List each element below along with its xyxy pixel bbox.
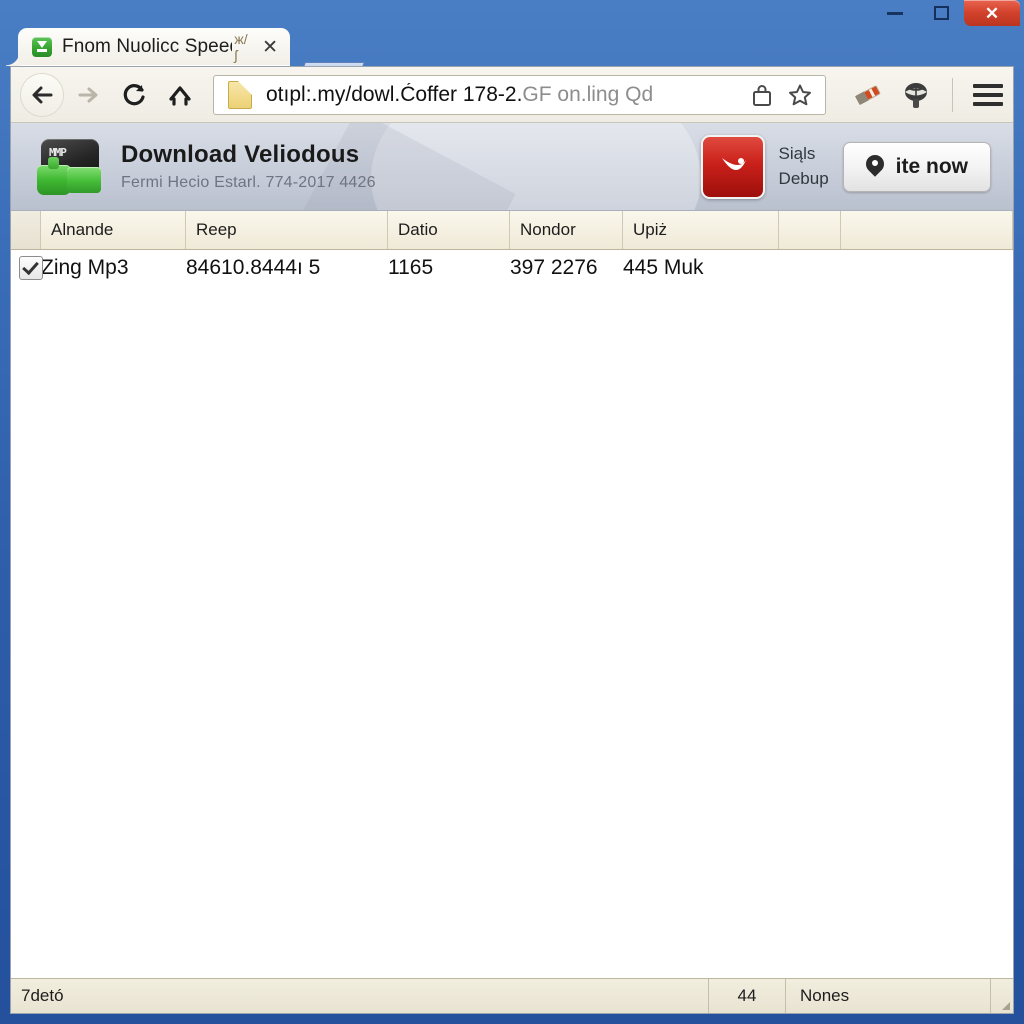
table-column-header[interactable]: Alnande — [41, 211, 186, 249]
home-button[interactable] — [159, 74, 201, 116]
puzzle-tools-icon[interactable] — [852, 79, 884, 111]
table-cell: 84610.8444ı 5 — [186, 256, 321, 279]
browser-window: ✕ Fnom Nuolicc Speed ж/ʃ ✕ otıpl:.my/dow… — [0, 0, 1024, 1024]
table-column-header[interactable]: Reep — [186, 211, 388, 249]
status-middle-text: Nones — [786, 979, 991, 1013]
table-column-header[interactable] — [11, 211, 41, 249]
table-header: Alnande Reep Datio Nondor Upiż — [11, 211, 1013, 250]
tab-strip: Fnom Nuolicc Speed ж/ʃ ✕ — [0, 26, 1024, 89]
back-button[interactable] — [21, 73, 63, 116]
hamburger-menu-icon[interactable] — [973, 83, 1003, 106]
forward-button[interactable] — [67, 74, 109, 116]
table-cell: 445 Muk — [623, 256, 704, 279]
globe-pin-icon[interactable] — [900, 79, 932, 111]
page-title: Download Veliodous — [121, 140, 360, 168]
table-column-label: Nondor — [520, 220, 576, 239]
table-cell: 397 2276 — [510, 256, 598, 279]
table-column-header[interactable] — [841, 211, 1013, 249]
row-checkbox-cell — [11, 256, 43, 280]
table-cell: Zing Mp3 — [41, 256, 129, 279]
url-value: otıpl:.my/dowl.Ćoffer 178-2. — [266, 82, 523, 106]
table-cell: 1165 — [388, 256, 434, 279]
table-column-header[interactable]: Nondor — [510, 211, 623, 249]
url-value-dim: GF on.ling Qd — [522, 82, 654, 106]
row-checkbox[interactable] — [19, 256, 43, 280]
red-swoosh-icon[interactable] — [700, 134, 765, 199]
reload-button[interactable] — [113, 74, 155, 116]
table-column-header[interactable]: Upiż — [623, 211, 779, 249]
table-row[interactable]: Zing Mp3 84610.8444ı 5 1165 397 2276 445 Muk — [11, 250, 1013, 286]
bag-icon[interactable] — [749, 82, 775, 108]
table-column-label: Reep — [196, 220, 237, 239]
star-icon[interactable] — [787, 82, 813, 108]
logo-shape-b — [67, 166, 101, 193]
download-green-icon — [32, 37, 52, 57]
address-bar-text: otıpl:.my/dowl.Ćoffer 178-2.GF on.ling Q… — [266, 83, 749, 107]
back-arrow-icon — [32, 86, 53, 103]
table-body: Zing Mp3 84610.8444ı 5 1165 397 2276 445 Muk — [11, 250, 1013, 978]
download-case-icon: MMP — [37, 138, 103, 195]
banner-tile-label: Siąls Debup — [779, 142, 829, 191]
status-count: 44 — [709, 979, 786, 1013]
toolbar-divider — [952, 77, 953, 112]
status-left-text: 7detó — [11, 979, 709, 1013]
window-titlebar: ✕ — [0, 0, 1024, 28]
status-bar: 7detó 44 Nones — [11, 978, 1013, 1013]
logo-shape-a — [37, 156, 71, 195]
address-bar-icons — [749, 82, 817, 108]
tab-title: Fnom Nuolicc Speed — [62, 36, 233, 57]
browser-toolbar: otıpl:.my/dowl.Ćoffer 178-2.GF on.ling Q… — [11, 67, 1013, 123]
page-subtitle: Fermi Hecio Estarl. 774-2017 4426 — [121, 174, 376, 192]
table-column-label: Alnande — [51, 220, 114, 239]
table-column-header[interactable]: Datio — [388, 211, 510, 249]
page-banner: MMP Download Veliodous Fermi Hecio Estar… — [11, 123, 1013, 211]
table-column-header[interactable] — [779, 211, 841, 249]
toolbar-right — [838, 77, 1003, 112]
close-button[interactable]: ✕ — [964, 0, 1020, 26]
tab-active[interactable]: Fnom Nuolicc Speed ж/ʃ ✕ — [6, 28, 290, 66]
location-pin-icon — [866, 155, 884, 179]
maximize-button[interactable] — [918, 1, 964, 25]
table-column-label: Datio — [398, 220, 438, 239]
home-icon — [169, 85, 191, 106]
banner-actions: Siąls Debup ite now — [700, 134, 991, 199]
swoosh-glyph — [721, 157, 746, 170]
minimize-button[interactable] — [872, 1, 918, 25]
table-column-label: Upiż — [633, 220, 668, 239]
tile-label-line2: Debup — [778, 168, 829, 188]
site-now-label: ite now — [895, 154, 968, 178]
tile-label-line1: Siąls — [778, 143, 816, 163]
tab-close-icon[interactable]: ✕ — [258, 36, 282, 59]
banner-text-block: Download Veliodous Fermi Hecio Estarl. 7… — [121, 141, 701, 193]
window-controls: ✕ — [872, 0, 1020, 26]
page-document-icon — [228, 80, 252, 109]
browser-chrome: otıpl:.my/dowl.Ćoffer 178-2.GF on.ling Q… — [10, 66, 1014, 1014]
tab-badge: ж/ʃ — [234, 31, 248, 63]
forward-arrow-icon — [78, 87, 98, 102]
address-bar[interactable]: otıpl:.my/dowl.Ćoffer 178-2.GF on.ling Q… — [213, 74, 826, 115]
reload-icon — [123, 83, 145, 105]
resize-grip[interactable] — [991, 979, 1013, 1013]
site-now-button[interactable]: ite now — [842, 141, 991, 192]
